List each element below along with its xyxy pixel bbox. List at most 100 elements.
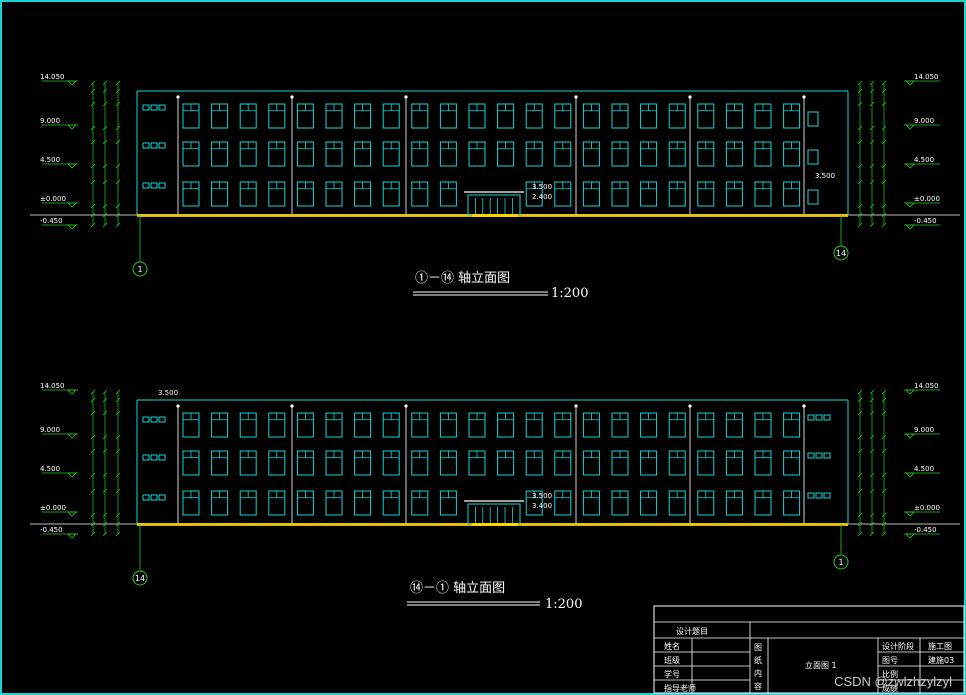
pilaster-cap <box>574 95 578 99</box>
small-window <box>158 494 166 501</box>
level-marker <box>67 389 77 395</box>
elevation-scale-bottom: 1:200 <box>545 597 582 612</box>
elevation-scale-top: 1:200 <box>551 286 588 301</box>
tb-content-label: 图 <box>754 643 762 652</box>
small-window <box>807 452 815 459</box>
level-marker <box>67 202 77 208</box>
small-window <box>150 104 158 111</box>
small-window <box>150 454 158 461</box>
small-window <box>823 452 831 459</box>
level-marker <box>905 511 915 517</box>
level-label: 9.000 <box>40 426 60 434</box>
level-label: -0.450 <box>40 526 63 534</box>
tb-row-label: 指导老师 <box>664 683 696 693</box>
level-label: -0.450 <box>914 526 937 534</box>
level-marker <box>905 163 915 169</box>
tb-right-label: 图号 <box>882 656 898 665</box>
tb-header: 设计题目 <box>676 626 708 636</box>
level-label: -0.450 <box>914 217 937 225</box>
pilaster-cap <box>404 404 408 408</box>
side-level: 3.500 <box>158 389 178 397</box>
elevation-title-top: ①－⑭ 轴立面图 <box>415 271 510 286</box>
small-window <box>815 452 823 459</box>
pilaster-cap <box>688 95 692 99</box>
small-window <box>158 416 166 423</box>
axis-label: 14 <box>836 249 846 258</box>
pilaster-cap <box>176 404 180 408</box>
small-window <box>142 104 150 111</box>
small-window <box>158 454 166 461</box>
stair-window <box>807 189 819 205</box>
entrance-level: 3.500 <box>532 492 552 500</box>
small-window <box>158 182 166 189</box>
entrance-level: 3.500 <box>532 183 552 191</box>
small-window <box>150 416 158 423</box>
small-window <box>823 492 831 499</box>
level-label: 9.000 <box>40 117 60 125</box>
watermark: CSDN @zwlzhzylzyl <box>834 674 952 689</box>
entrance-level: 2.400 <box>532 193 552 201</box>
small-window <box>142 142 150 149</box>
tb-content-label: 内 <box>754 668 762 678</box>
level-marker <box>67 124 77 130</box>
level-marker <box>905 389 915 395</box>
small-window <box>807 492 815 499</box>
entrance-step <box>472 214 518 217</box>
level-marker <box>905 433 915 439</box>
level-marker <box>67 80 77 86</box>
level-marker <box>905 124 915 130</box>
tb-content-label: 纸 <box>754 655 762 665</box>
level-marker <box>67 163 77 169</box>
level-label: ±0.000 <box>40 195 66 203</box>
tb-right-label: 设计阶段 <box>882 641 914 651</box>
pilaster-cap <box>290 404 294 408</box>
level-label: 9.000 <box>914 426 934 434</box>
level-marker <box>905 80 915 86</box>
stair-window <box>807 149 819 165</box>
tb-right-value: 施工图 <box>928 641 952 651</box>
tb-row-label: 班级 <box>664 655 680 665</box>
level-marker <box>67 224 77 230</box>
small-window <box>142 454 150 461</box>
pilaster-cap <box>290 95 294 99</box>
level-label: -0.450 <box>40 217 63 225</box>
small-window <box>150 494 158 501</box>
level-label: 14.050 <box>914 73 939 81</box>
level-marker <box>905 202 915 208</box>
pilaster-cap <box>802 95 806 99</box>
small-window <box>158 142 166 149</box>
level-label: 14.050 <box>40 382 65 390</box>
side-level: 3.500 <box>815 172 835 180</box>
level-label: ±0.000 <box>914 504 940 512</box>
level-label: 4.500 <box>914 465 934 473</box>
level-marker <box>905 472 915 478</box>
pilaster-cap <box>404 95 408 99</box>
level-marker <box>67 472 77 478</box>
level-label: 14.050 <box>40 73 65 81</box>
level-label: 4.500 <box>40 156 60 164</box>
level-marker <box>67 433 77 439</box>
level-label: ±0.000 <box>914 195 940 203</box>
small-window <box>815 492 823 499</box>
stair-window <box>807 111 819 127</box>
small-window <box>807 414 815 421</box>
small-window <box>142 494 150 501</box>
small-window <box>150 182 158 189</box>
pilaster-cap <box>802 404 806 408</box>
level-label: 4.500 <box>914 156 934 164</box>
pilaster-cap <box>574 404 578 408</box>
tb-content-label: 容 <box>754 681 762 691</box>
axis-label: 1 <box>838 558 843 567</box>
small-window <box>142 416 150 423</box>
tb-row-label: 学号 <box>664 669 680 679</box>
tb-row-label: 姓名 <box>664 641 680 651</box>
level-label: 9.000 <box>914 117 934 125</box>
small-window <box>142 182 150 189</box>
pilaster-cap <box>688 404 692 408</box>
tb-right-value: 建施03 <box>928 655 954 665</box>
cad-drawing: ①－⑭ 轴立面图 1:200 ⑭－① 轴立面图 1:200 3.500 2.400… <box>30 73 965 694</box>
level-marker <box>67 533 77 539</box>
level-marker <box>67 511 77 517</box>
axis-label: 14 <box>135 574 145 583</box>
small-window <box>158 104 166 111</box>
